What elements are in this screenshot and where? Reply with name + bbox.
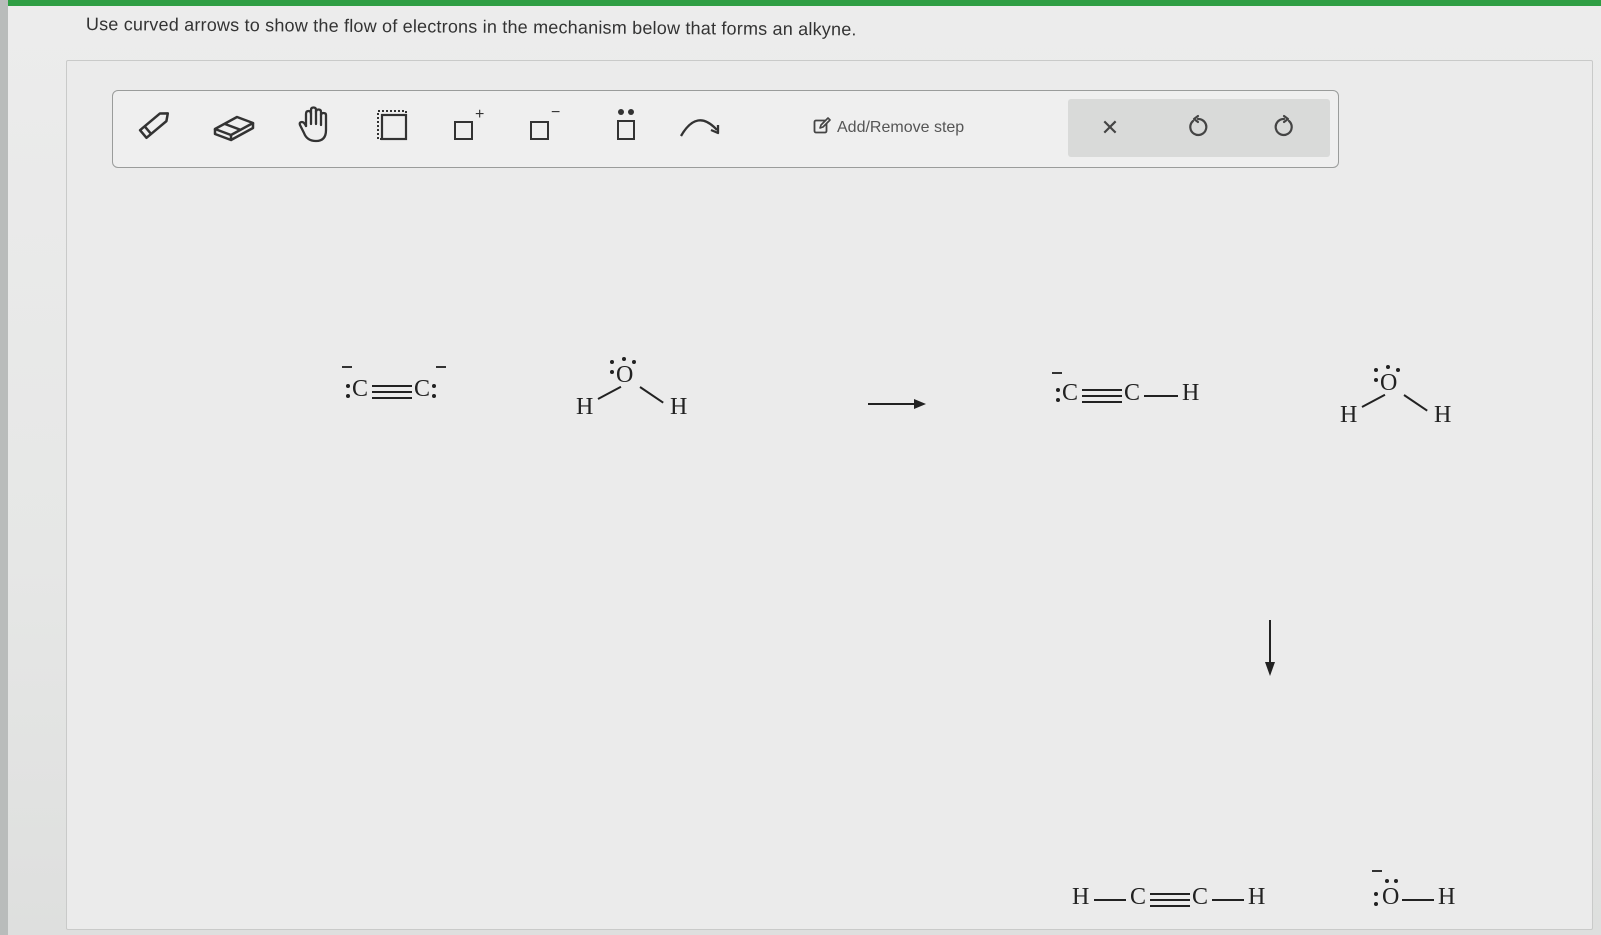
positive-charge-button[interactable]: +: [445, 101, 495, 153]
triple-bond: [372, 385, 412, 387]
edit-icon: [813, 116, 831, 140]
eraser-icon: [211, 105, 257, 150]
curved-arrow-button[interactable]: [675, 101, 725, 153]
positive-charge-icon: +: [453, 106, 487, 142]
lone-pair-dot: [1394, 879, 1398, 883]
hydrogen-atom: H: [670, 394, 688, 420]
select-box-icon: [374, 107, 410, 148]
negative-charge: [1052, 372, 1062, 374]
triple-bond: [1150, 899, 1190, 901]
negative-charge: [436, 366, 446, 368]
hydrogen-atom: H: [576, 394, 594, 420]
carbon-atom: C: [1192, 884, 1209, 910]
lone-pair-dot: [346, 384, 350, 388]
lone-pair-dot: [432, 384, 436, 388]
negative-charge-button[interactable]: −: [521, 101, 571, 153]
pencil-tool-button[interactable]: [129, 101, 179, 153]
lone-pair-dot: [622, 357, 626, 361]
carbon-atom: C: [352, 376, 369, 402]
acetylide-anion[interactable]: C C H: [1050, 372, 1220, 416]
lone-pair-dot: [610, 360, 614, 364]
triple-bond: [1082, 389, 1122, 391]
hydrogen-atom: H: [1340, 402, 1358, 428]
drawing-toolbar: + − Add/Remove step ✕: [112, 90, 1339, 168]
add-remove-step-label: Add/Remove step: [837, 119, 965, 136]
add-remove-step-button[interactable]: Add/Remove step: [813, 113, 964, 143]
o-h-bond: [597, 385, 622, 400]
drawing-canvas[interactable]: [66, 60, 1593, 930]
hydrogen-atom: H: [1434, 402, 1452, 428]
lone-pair-dot: [610, 370, 614, 374]
lone-pair-dot: [432, 394, 436, 398]
carbon-atom: C: [1130, 884, 1147, 910]
move-tool-button[interactable]: [289, 101, 339, 153]
negative-charge: [342, 366, 352, 368]
triple-bond: [372, 397, 412, 399]
oxygen-atom: O: [1380, 370, 1398, 396]
undo-button[interactable]: [1168, 103, 1228, 153]
reaction-arrow: [868, 399, 926, 409]
acetylide-dianion[interactable]: C C: [338, 366, 458, 412]
left-edge: [0, 0, 8, 935]
question-prompt: Use curved arrows to show the flow of el…: [85, 14, 857, 40]
water-molecule[interactable]: O H H: [1334, 364, 1464, 434]
negative-charge: [1372, 870, 1382, 872]
negative-charge-icon: −: [529, 104, 563, 142]
triple-bond: [1150, 893, 1190, 895]
lone-pair-dot: [1056, 388, 1060, 392]
c-h-bond: [1144, 395, 1178, 397]
negative-charge-sup: −: [551, 104, 561, 121]
triple-bond: [1150, 905, 1190, 907]
positive-charge-sup: +: [475, 106, 485, 123]
triple-bond: [372, 391, 412, 393]
hand-icon: [294, 104, 334, 151]
o-h-bond: [1361, 393, 1386, 408]
lone-pair-dot: [1056, 398, 1060, 402]
hydrogen-atom: H: [1072, 884, 1090, 910]
ethyne-product[interactable]: H C C H: [1072, 884, 1282, 924]
triple-bond: [1082, 401, 1122, 403]
hydrogen-atom: H: [1248, 884, 1266, 910]
lone-pair-dot: [346, 394, 350, 398]
lone-pair-dot: [1374, 892, 1378, 896]
oxygen-atom: O: [1382, 884, 1400, 910]
top-accent-bar: [0, 0, 1601, 6]
lone-pair-icon: [611, 107, 641, 148]
page-background: Use curved arrows to show the flow of el…: [0, 0, 1601, 935]
hydrogen-atom: H: [1438, 884, 1456, 910]
oxygen-atom: O: [616, 362, 634, 388]
triple-bond: [1082, 395, 1122, 397]
carbon-atom: C: [1124, 380, 1141, 406]
lone-pair-dot: [1385, 879, 1389, 883]
c-h-bond: [1094, 899, 1126, 901]
o-h-bond: [1403, 394, 1428, 412]
carbon-atom: C: [1062, 380, 1079, 406]
o-h-bond: [639, 386, 664, 404]
lone-pair-dot: [1374, 378, 1378, 382]
reaction-arrow-down: [1265, 620, 1275, 676]
lone-pair-button[interactable]: [601, 101, 651, 153]
water-molecule[interactable]: O H H: [570, 356, 700, 426]
undo-icon: [1186, 114, 1210, 143]
c-h-bond: [1212, 899, 1244, 901]
pencil-icon: [132, 103, 176, 152]
hydrogen-atom: H: [1182, 380, 1200, 406]
lone-pair-dot: [1386, 365, 1390, 369]
redo-button[interactable]: [1254, 103, 1314, 153]
hydroxide-product[interactable]: O H: [1372, 870, 1472, 926]
lone-pair-dot: [1374, 368, 1378, 372]
clear-button[interactable]: ✕: [1080, 103, 1140, 153]
eraser-tool-button[interactable]: [209, 101, 259, 153]
curved-arrow-icon: [677, 110, 723, 145]
o-h-bond: [1402, 899, 1434, 901]
action-buttons-group: ✕: [1068, 99, 1330, 157]
carbon-atom: C: [414, 376, 431, 402]
clear-icon: ✕: [1100, 115, 1120, 140]
select-tool-button[interactable]: [367, 101, 417, 153]
lone-pair-dot: [1374, 902, 1378, 906]
redo-icon: [1272, 114, 1296, 143]
